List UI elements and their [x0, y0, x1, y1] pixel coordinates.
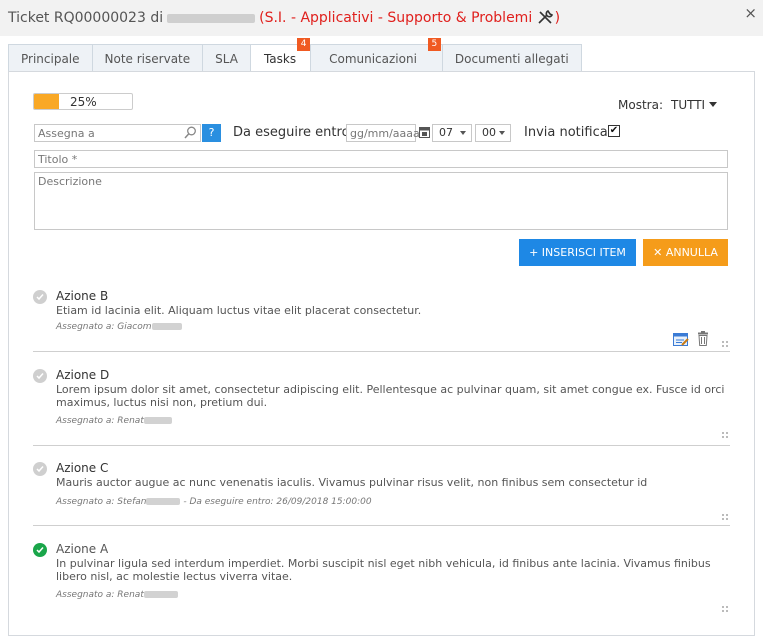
tab-note-riservate[interactable]: Note riservate: [92, 44, 204, 72]
tasks-count-badge: 4: [297, 38, 311, 51]
task-divider: [33, 351, 730, 352]
task-item: Azione D Lorem ipsum dolor sit amet, con…: [33, 368, 730, 440]
tab-label: Tasks: [263, 52, 297, 66]
task-item: Azione C Mauris auctor augue ac nunc ven…: [33, 461, 730, 523]
task-assignee: Assegnato a: Renat: [56, 416, 144, 426]
due-date-input[interactable]: gg/mm/aaaa: [346, 124, 420, 142]
task-status-icon[interactable]: [33, 290, 47, 304]
redacted-name: [146, 498, 181, 505]
communications-count-badge: 5: [427, 38, 441, 51]
task-assignee: Assegnato a: Renat: [56, 590, 144, 600]
edit-icon[interactable]: [673, 333, 689, 349]
drag-handle-icon[interactable]: [722, 514, 730, 522]
trash-icon[interactable]: [697, 331, 709, 349]
task-title: Azione D: [56, 368, 110, 382]
redacted-name: [143, 417, 172, 424]
task-divider: [33, 525, 730, 526]
task-item: Azione B Etiam id lacinia elit. Aliquam …: [33, 289, 730, 349]
task-title: Azione A: [56, 542, 109, 556]
drag-handle-icon[interactable]: [722, 432, 730, 440]
task-description: Etiam id lacinia elit. Aliquam luctus vi…: [56, 304, 422, 317]
tab-label: Documenti allegati: [454, 52, 569, 66]
tab-label: Comunicazioni: [329, 52, 417, 66]
tab-comunicazioni[interactable]: Comunicazioni 5: [311, 38, 443, 72]
tab-label: SLA: [215, 52, 238, 66]
tab-bar: Principale Note riservate SLA Tasks 4 Com…: [8, 38, 582, 73]
redacted-requester: [167, 13, 256, 23]
task-due-date: - Da eseguire entro: 26/09/2018 15:00:00: [183, 497, 372, 507]
notify-checkbox[interactable]: ✔: [608, 125, 620, 137]
tools-icon: [537, 9, 555, 29]
tab-principale[interactable]: Principale: [8, 44, 93, 72]
cancel-button[interactable]: ✕ ANNULLA: [643, 239, 728, 266]
minute-value: 00: [482, 126, 496, 139]
filter-value: TUTTI: [670, 98, 706, 112]
calendar-icon[interactable]: [419, 126, 430, 141]
caret-down-icon: [460, 131, 466, 135]
task-assignee-row: Assegnato a: Giacom: [56, 322, 182, 332]
task-description: Mauris auctor augue ac nunc venenatis ia…: [56, 476, 648, 489]
notify-label: Invia notifica: [524, 125, 608, 140]
insert-item-button[interactable]: + INSERISCI ITEM: [519, 239, 636, 266]
drag-handle-icon[interactable]: [722, 606, 730, 614]
task-assignee: Assegnato a: Stefan: [56, 497, 147, 507]
ticket-category-close: ): [554, 10, 561, 26]
ticket-prefix: Ticket RQ00000023 di: [8, 10, 164, 26]
filter-control: Mostra: TUTTI: [618, 98, 718, 112]
task-assignee: Assegnato a: Giacom: [56, 322, 152, 332]
description-textarea[interactable]: Descrizione: [34, 172, 728, 230]
task-item: Azione A In pulvinar ligula sed interdum…: [33, 542, 730, 616]
caret-down-icon: [709, 102, 718, 107]
help-button[interactable]: ?: [202, 124, 221, 142]
task-assignee-row: Assegnato a: Stefan - Da eseguire entro:…: [56, 497, 372, 507]
task-description: Lorem ipsum dolor sit amet, consectetur …: [56, 383, 725, 409]
task-assignee-row: Assegnato a: Renat: [56, 590, 178, 600]
progress-label: 25%: [70, 95, 97, 109]
task-assignee-row: Assegnato a: Renat: [56, 416, 172, 426]
task-title: Azione C: [56, 461, 109, 475]
task-status-icon[interactable]: [33, 462, 47, 476]
task-status-icon[interactable]: [33, 369, 47, 383]
filter-label: Mostra:: [618, 98, 663, 112]
tab-documenti-allegati[interactable]: Documenti allegati: [442, 44, 582, 72]
progress-bar: 25%: [33, 93, 133, 110]
filter-dropdown[interactable]: TUTTI: [670, 98, 718, 112]
tab-sla[interactable]: SLA: [203, 44, 251, 72]
tab-label: Principale: [21, 52, 80, 66]
search-icon[interactable]: [184, 126, 197, 142]
task-title: Azione B: [56, 289, 109, 303]
caret-down-icon: [499, 131, 505, 135]
hour-select[interactable]: 07: [432, 124, 472, 142]
task-done-icon[interactable]: [33, 543, 47, 557]
tab-tasks[interactable]: Tasks 4: [250, 38, 312, 73]
close-button[interactable]: ×: [744, 4, 757, 22]
redacted-name: [151, 323, 182, 330]
assign-input[interactable]: Assegna a: [34, 124, 201, 142]
due-label: Da eseguire entro: [233, 125, 350, 140]
minute-select[interactable]: 00: [475, 124, 511, 142]
ticket-category: (S.I. - Applicativi - Supporto & Problem…: [259, 10, 533, 26]
dialog-title: Ticket RQ00000023 di (S.I. - Applicativi …: [8, 9, 560, 29]
drag-handle-icon[interactable]: [722, 341, 730, 349]
dialog-titlebar: Ticket RQ00000023 di (S.I. - Applicativi …: [0, 0, 763, 36]
tab-label: Note riservate: [104, 52, 191, 66]
hour-value: 07: [439, 126, 453, 139]
title-input[interactable]: Titolo *: [34, 150, 728, 168]
redacted-name: [143, 591, 178, 598]
task-description: In pulvinar ligula sed interdum imperdie…: [56, 557, 711, 583]
task-divider: [33, 445, 730, 446]
